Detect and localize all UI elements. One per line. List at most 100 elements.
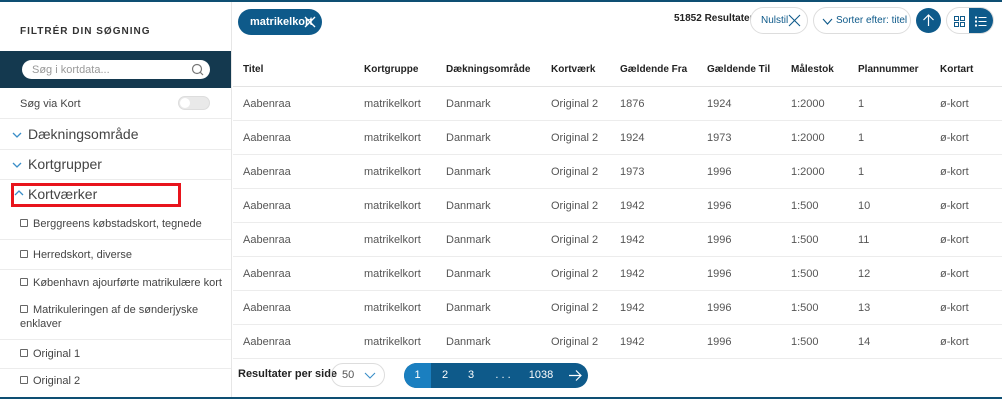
table-row[interactable]: Aabenraa matrikelkort Danmark Original 2 197… xyxy=(233,155,1002,189)
table-cell: ø-kort xyxy=(940,268,969,280)
per-page-label: Resultater per side xyxy=(238,368,338,380)
table-cell: ø-kort xyxy=(940,234,969,246)
close-icon[interactable] xyxy=(304,16,316,28)
table-cell: Original 2 xyxy=(551,98,599,110)
checkbox[interactable] xyxy=(20,349,28,358)
table-cell: 1996 xyxy=(707,302,732,314)
grid-view-button[interactable] xyxy=(947,8,971,33)
column-header-maalestok[interactable]: Målestok xyxy=(791,64,834,75)
chevron-down-icon xyxy=(364,372,376,379)
column-header-kortgruppe[interactable]: Kortgruppe xyxy=(364,64,418,75)
checkbox-item[interactable]: Original 1 xyxy=(0,341,231,369)
column-header-daekningsomraade[interactable]: Dækningsområde xyxy=(446,64,530,75)
chevron-down-icon xyxy=(822,18,833,25)
table-row[interactable]: Aabenraa matrikelkort Danmark Original 2 194… xyxy=(233,325,1002,359)
table-row[interactable]: Aabenraa matrikelkort Danmark Original 2 192… xyxy=(233,121,1002,155)
table-cell: ø-kort xyxy=(940,166,969,178)
table-row[interactable]: Aabenraa matrikelkort Danmark Original 2 194… xyxy=(233,189,1002,223)
table-cell: 1924 xyxy=(620,132,645,144)
table-row[interactable]: Aabenraa matrikelkort Danmark Original 2 187… xyxy=(233,87,1002,121)
search-icon[interactable] xyxy=(191,63,204,76)
checkbox-item[interactable]: Herredskort, diverse xyxy=(0,241,231,270)
checkbox-item[interactable]: København ajourførte matrikulære kort xyxy=(0,271,231,296)
highlight-annotation xyxy=(11,183,181,207)
table-cell: Aabenraa xyxy=(243,302,291,314)
sort-direction-button[interactable] xyxy=(916,8,941,33)
accordion-label: Kortgrupper xyxy=(28,156,102,172)
checkbox[interactable] xyxy=(20,250,28,259)
table-cell: 1 xyxy=(858,132,865,144)
checkbox-label: Herredskort, diverse xyxy=(33,249,133,262)
table-cell: 1973 xyxy=(707,132,732,144)
checkbox-item[interactable]: Berggreens købstadskort, tegnede xyxy=(0,210,231,240)
table-cell: Original 2 xyxy=(551,336,599,348)
per-page-select[interactable]: 50 xyxy=(331,363,385,387)
table-cell: 1:2000 xyxy=(791,132,825,144)
column-header-gaeldende-fra[interactable]: Gældende Fra xyxy=(620,64,687,75)
map-search-row: Søg via Kort xyxy=(0,89,231,119)
accordion-daekningsomraade[interactable]: Dækningsområde xyxy=(0,120,231,150)
checkbox[interactable] xyxy=(20,305,28,314)
table-cell: Aabenraa xyxy=(243,166,291,178)
table-cell: Aabenraa xyxy=(243,98,291,110)
table-cell: 1876 xyxy=(620,98,645,110)
list-view-button[interactable] xyxy=(969,8,993,33)
search-field-wrapper xyxy=(22,60,210,80)
results-count: 51852 Resultater xyxy=(674,13,754,24)
active-filter-chip[interactable]: matrikelkort xyxy=(238,9,322,35)
checkbox-label: Original 1 xyxy=(33,348,81,361)
table-row[interactable]: Aabenraa matrikelkort Danmark Original 2 194… xyxy=(233,257,1002,291)
sort-label: Sorter efter: titel xyxy=(836,15,908,26)
table-cell: Danmark xyxy=(446,166,491,178)
table-cell: 1:500 xyxy=(791,268,819,280)
table-cell: ø-kort xyxy=(940,200,969,212)
checkbox-item[interactable]: Matrikuleringen af de sønderjyske enklav… xyxy=(0,297,231,340)
column-header-gaeldende-til[interactable]: Gældende Til xyxy=(707,64,770,75)
table-cell: 13 xyxy=(858,302,871,314)
page-last-button[interactable]: 1038 xyxy=(524,363,558,388)
table-cell: 1 xyxy=(858,166,865,178)
column-header-kortvaerk[interactable]: Kortværk xyxy=(551,64,595,75)
table-cell: Aabenraa xyxy=(243,132,291,144)
checkbox[interactable] xyxy=(20,219,28,228)
page-3-button[interactable]: 3 xyxy=(460,363,482,388)
table-cell: matrikelkort xyxy=(364,200,421,212)
table-cell: 1996 xyxy=(707,234,732,246)
accordion-kortgrupper[interactable]: Kortgrupper xyxy=(0,151,231,180)
table-cell: matrikelkort xyxy=(364,336,421,348)
search-input[interactable] xyxy=(22,60,182,80)
page-2-button[interactable]: 2 xyxy=(434,363,456,388)
table-cell: Original 2 xyxy=(551,166,599,178)
map-search-toggle[interactable] xyxy=(178,96,210,110)
close-icon xyxy=(788,14,801,27)
table-row[interactable]: Aabenraa matrikelkort Danmark Original 2 194… xyxy=(233,223,1002,257)
chevron-down-icon xyxy=(12,132,22,138)
pagination: 1 2 3 . . . 1038 xyxy=(404,363,588,388)
column-header-titel[interactable]: Titel xyxy=(243,64,263,75)
reset-button[interactable]: Nulstil xyxy=(750,7,808,34)
page-1-button[interactable]: 1 xyxy=(404,363,431,388)
table-cell: 1942 xyxy=(620,200,645,212)
view-toggle xyxy=(946,7,994,34)
checkbox-item[interactable]: Original 2 xyxy=(0,370,231,397)
table-cell: 1942 xyxy=(620,268,645,280)
table-cell: matrikelkort xyxy=(364,98,421,110)
checkbox[interactable] xyxy=(20,278,28,287)
table-cell: ø-kort xyxy=(940,98,969,110)
checkbox-label: Original 2 xyxy=(33,375,81,388)
per-page-value: 50 xyxy=(342,369,355,381)
sort-dropdown[interactable]: Sorter efter: titel xyxy=(813,7,911,34)
table-cell: matrikelkort xyxy=(364,234,421,246)
table-row[interactable]: Aabenraa matrikelkort Danmark Original 2 194… xyxy=(233,291,1002,325)
reset-label: Nulstil xyxy=(761,15,789,26)
table-cell: Aabenraa xyxy=(243,234,291,246)
table-cell: 1942 xyxy=(620,336,645,348)
checkbox[interactable] xyxy=(20,376,28,385)
column-header-kortart[interactable]: Kortart xyxy=(940,64,973,75)
next-page-button[interactable] xyxy=(562,363,588,388)
table-cell: 1996 xyxy=(707,166,732,178)
checkbox-label: Matrikuleringen af de sønderjyske xyxy=(33,304,199,317)
grid-icon xyxy=(954,16,965,27)
arrow-up-icon xyxy=(923,14,934,26)
column-header-plannummer[interactable]: Plannummer xyxy=(858,64,919,75)
